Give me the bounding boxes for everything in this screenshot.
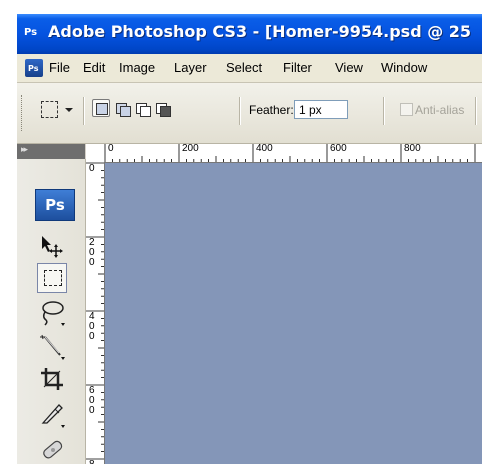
menu-edit[interactable]: Edit	[83, 60, 105, 75]
app-badge-icon: Ps	[24, 27, 38, 38]
intersect-selection-button[interactable]	[152, 99, 171, 117]
toolbox: Ps	[17, 159, 86, 464]
feather-label: Feather:	[249, 103, 294, 117]
subtract-from-selection-button[interactable]	[132, 99, 151, 117]
magic-wand-tool-icon[interactable]	[37, 331, 67, 361]
ruler-origin[interactable]	[86, 144, 105, 163]
chevron-down-icon[interactable]	[65, 108, 73, 112]
anti-alias-checkbox[interactable]	[400, 103, 413, 116]
add-to-selection-button[interactable]	[112, 99, 131, 117]
ruler-label: 0	[108, 144, 114, 154]
feather-input[interactable]	[294, 100, 348, 119]
new-selection-button[interactable]	[92, 99, 110, 117]
ps-logo[interactable]: Ps	[35, 189, 75, 221]
ruler-label: 200	[89, 237, 95, 268]
options-bar-grip[interactable]	[21, 95, 25, 131]
ruler-label: 400	[89, 311, 95, 342]
rectangular-marquee-tool-icon[interactable]	[37, 263, 67, 293]
toolbox-header[interactable]: ▸▸	[17, 144, 85, 159]
menu-layer[interactable]: Layer	[174, 60, 207, 75]
menu-bar: Ps File Edit Image Layer Select Filter V…	[17, 54, 482, 83]
anti-alias-label: Anti-alias	[415, 103, 465, 117]
separator	[383, 97, 384, 125]
ruler-label: 800	[404, 144, 421, 154]
ruler-label: 8	[89, 460, 96, 464]
separator	[83, 97, 84, 125]
horizontal-ruler[interactable]: 0 200 400 600 800	[104, 144, 482, 163]
document-canvas[interactable]	[105, 163, 482, 464]
ruler-label: 600	[89, 385, 95, 416]
menu-select[interactable]: Select	[226, 60, 262, 75]
menu-window[interactable]: Window	[381, 60, 427, 75]
ruler-label: 600	[330, 144, 347, 154]
window-title: Adobe Photoshop CS3 - [Homer-9954.psd @ …	[48, 22, 472, 41]
slice-tool-icon[interactable]	[37, 399, 67, 429]
lasso-tool-icon[interactable]	[37, 297, 67, 327]
menu-filter[interactable]: Filter	[283, 60, 312, 75]
menu-file[interactable]: File	[49, 60, 70, 75]
expand-icon[interactable]: ▸▸	[21, 145, 28, 155]
ruler-label: 0	[89, 163, 95, 174]
options-bar: Feather: Anti-alias	[17, 83, 482, 144]
ruler-label: 400	[256, 144, 273, 154]
document-icon[interactable]: Ps	[25, 59, 43, 77]
move-tool-icon[interactable]	[37, 231, 67, 261]
marquee-preset-icon[interactable]	[41, 101, 58, 118]
menu-view[interactable]: View	[335, 60, 363, 75]
crop-tool-icon[interactable]	[37, 364, 67, 394]
ruler-label: 200	[182, 144, 199, 154]
separator	[239, 97, 240, 125]
separator	[475, 97, 476, 125]
healing-brush-tool-icon[interactable]	[37, 435, 67, 464]
title-bar[interactable]: Ps Adobe Photoshop CS3 - [Homer-9954.psd…	[17, 14, 482, 54]
menu-image[interactable]: Image	[119, 60, 155, 75]
photoshop-window: Ps Adobe Photoshop CS3 - [Homer-9954.psd…	[17, 14, 482, 464]
vertical-ruler[interactable]: 0 200 400 600 8	[86, 162, 105, 464]
